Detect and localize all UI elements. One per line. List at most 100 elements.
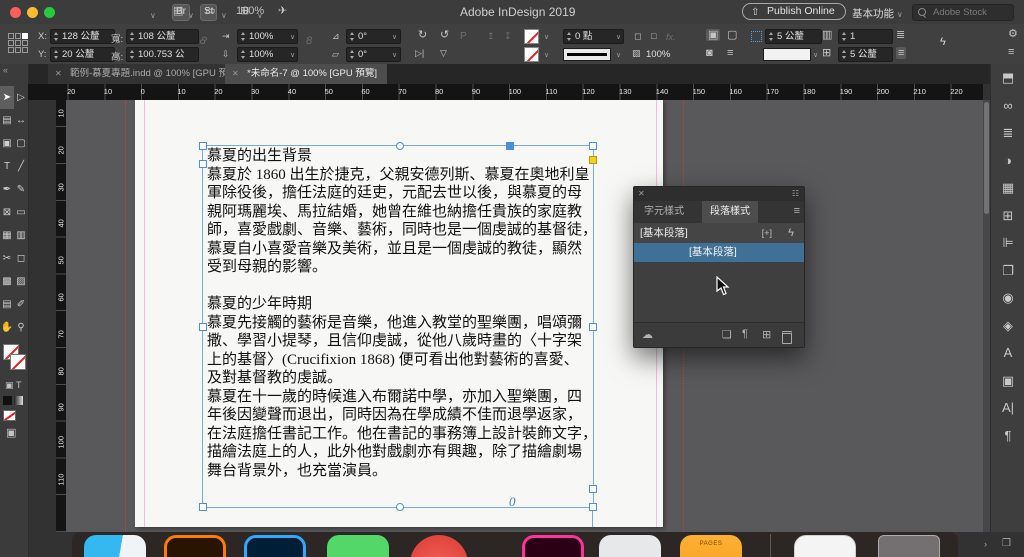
- cc-libraries-panel-icon[interactable]: ⊞: [991, 202, 1024, 230]
- view-options-icon[interactable]: ▤: [173, 4, 183, 19]
- handle-bottom-left[interactable]: [199, 503, 207, 511]
- dock-green-app-icon[interactable]: [327, 535, 389, 557]
- text-in-port[interactable]: [199, 160, 207, 168]
- fill-chevron-icon[interactable]: ∨: [544, 33, 549, 41]
- scissors-tool-icon[interactable]: ✂: [0, 247, 14, 270]
- hand-tool-icon[interactable]: ✋: [0, 316, 14, 339]
- wrap-none-icon[interactable]: ▣: [706, 29, 721, 41]
- paragraph-panel-icon[interactable]: ¶: [991, 422, 1024, 450]
- screen-mode-icon[interactable]: ▭: [205, 4, 215, 19]
- formatting-container-icon[interactable]: ▣: [5, 380, 14, 391]
- opacity-value[interactable]: 100%: [646, 49, 670, 60]
- current-style-row[interactable]: [基本段落] [+] ϟ: [634, 223, 804, 243]
- wrap-bounding-icon[interactable]: ▢: [727, 29, 737, 41]
- selection-tool-icon[interactable]: ➤: [0, 86, 14, 109]
- handle-top-right[interactable]: [589, 142, 597, 150]
- columns-field[interactable]: 1: [838, 29, 893, 44]
- gradient-tool-icon[interactable]: ▩: [0, 270, 14, 293]
- shear-chevron-icon[interactable]: ∨: [392, 51, 397, 59]
- panel-menu-icon[interactable]: ≡: [794, 205, 800, 217]
- fill-stroke-swatches[interactable]: [3, 344, 26, 374]
- dock-finder-icon[interactable]: [84, 535, 146, 557]
- paragraph-composer-icon[interactable]: ▣: [991, 367, 1024, 395]
- dock-photoshop-icon[interactable]: [244, 535, 306, 557]
- grid-tool-icon[interactable]: ▦: [0, 224, 14, 247]
- fill-color-swatch[interactable]: [524, 29, 539, 44]
- frame-tool-icon[interactable]: ⊠: [0, 201, 14, 224]
- gutter-field[interactable]: 5 公釐: [838, 47, 893, 62]
- dock-window-icon[interactable]: ❒: [1002, 538, 1011, 549]
- panel-collapse-icon[interactable]: ☷: [792, 189, 799, 198]
- wrap-object-icon[interactable]: ◙: [706, 47, 713, 59]
- pages-panel-icon[interactable]: ⬒: [991, 64, 1024, 92]
- handle-mid-right[interactable]: [589, 323, 597, 331]
- handle-bottom-right[interactable]: [589, 503, 597, 511]
- clear-overrides-icon[interactable]: ¶: [742, 328, 748, 340]
- handle-top-extra[interactable]: [506, 142, 514, 150]
- create-new-style-icon[interactable]: ⊞: [762, 328, 771, 341]
- apply-none-button[interactable]: [3, 410, 16, 421]
- screen-mode-chevron-icon[interactable]: ∨: [221, 8, 227, 23]
- tab-paragraph-styles[interactable]: 段落樣式: [702, 201, 758, 223]
- free-transform-tool-icon[interactable]: ◻: [14, 247, 28, 270]
- object-styles-panel-icon[interactable]: ❐: [991, 257, 1024, 285]
- stroke-panel-icon[interactable]: ≣: [991, 119, 1024, 147]
- gradient-feather-tool-icon[interactable]: ▨: [14, 270, 28, 293]
- close-tab-icon[interactable]: ✕: [232, 64, 239, 84]
- table-tool-icon[interactable]: ▥: [14, 224, 28, 247]
- close-window-button[interactable]: [10, 7, 21, 18]
- wrap-jump-icon[interactable]: ≡: [727, 47, 733, 59]
- dock-documents-icon[interactable]: [794, 535, 856, 557]
- document-tab-active[interactable]: ✕ *未命名-7 @ 100% [GPU 預覽]: [225, 64, 388, 84]
- type-tool-icon[interactable]: T: [0, 155, 14, 178]
- scale-y-chevron-icon[interactable]: ∨: [290, 51, 295, 59]
- pasteboard[interactable]: 慕夏的出生背景 慕夏於 1860 出生於捷克，父親安德列斯、慕夏在奧地利皇 軍除役後…: [66, 100, 983, 532]
- dock-textedit-icon[interactable]: [599, 535, 661, 557]
- page-tool-icon[interactable]: ▤: [0, 109, 14, 132]
- document-tab[interactable]: ✕ 範例-慕夏專題.indd @ 100% [GPU 預覽]: [48, 64, 252, 84]
- quick-apply-lightning-icon[interactable]: ϟ: [940, 36, 946, 48]
- handle-top-left[interactable]: [199, 142, 207, 150]
- rotate-ccw-icon[interactable]: ↺: [440, 29, 449, 41]
- ruler-corner[interactable]: [28, 84, 67, 100]
- note-tool-icon[interactable]: ▤: [0, 293, 14, 316]
- frame-fill-chevron-icon[interactable]: ∨: [813, 51, 818, 59]
- frame-fill-swatch[interactable]: [763, 48, 811, 61]
- stroke-chevron-icon[interactable]: ∨: [544, 51, 549, 59]
- character-panel-icon[interactable]: A: [991, 339, 1024, 367]
- corner-shape-icon[interactable]: □: [651, 30, 656, 42]
- scrollbar-thumb[interactable]: [984, 102, 989, 214]
- rotation-chevron-icon[interactable]: ∨: [392, 33, 397, 41]
- arrange-chevron-icon[interactable]: ∨: [257, 8, 263, 23]
- vertical-scrollbar[interactable]: [983, 100, 990, 532]
- publish-online-button[interactable]: ⇧ Publish Online: [742, 3, 846, 20]
- close-tab-icon[interactable]: ✕: [55, 64, 62, 84]
- dock-indesign-icon[interactable]: [522, 535, 584, 557]
- y-field[interactable]: 20 公釐: [50, 47, 115, 62]
- inset-spacing-field[interactable]: 5 公釐: [765, 29, 822, 44]
- stroke-weight-field[interactable]: 0 點: [563, 29, 624, 44]
- new-style-group-icon[interactable]: ❏: [722, 328, 732, 341]
- swatches-panel-icon[interactable]: ▦: [991, 174, 1024, 202]
- character-styles-panel-icon[interactable]: A|: [991, 394, 1024, 422]
- corner-edit-yellow-handle[interactable]: [589, 156, 597, 164]
- dock-illustrator-icon[interactable]: [164, 535, 226, 557]
- content-placer-tool-icon[interactable]: ▢: [14, 132, 28, 155]
- stroke-swatch[interactable]: [10, 354, 26, 370]
- pencil-tool-icon[interactable]: ✎: [14, 178, 28, 201]
- tab-character-styles[interactable]: 字元樣式: [636, 201, 692, 223]
- arrange-documents-icon[interactable]: ⊞: [240, 4, 249, 19]
- handle-bottom-center[interactable]: [396, 503, 404, 511]
- links-panel-icon[interactable]: ∞: [991, 92, 1024, 120]
- dock-trash-icon[interactable]: [878, 535, 940, 557]
- gap-tool-icon[interactable]: ↔: [14, 109, 28, 132]
- formatting-text-icon[interactable]: T: [16, 380, 22, 390]
- x-field[interactable]: 128 公釐: [50, 29, 115, 44]
- panel-close-icon[interactable]: ✕: [638, 189, 645, 198]
- line-tool-icon[interactable]: ╱: [14, 155, 28, 178]
- zoom-chevron-icon[interactable]: ∨: [150, 8, 156, 23]
- apply-color-button[interactable]: [3, 396, 12, 405]
- search-input[interactable]: Adobe Stock: [912, 4, 1014, 21]
- screen-mode-button[interactable]: ▣: [6, 426, 16, 439]
- horizontal-ruler[interactable]: 20 10 0 10 20 30 40 50 60 70 80 90 100 110 120 130 140 15…: [66, 84, 983, 100]
